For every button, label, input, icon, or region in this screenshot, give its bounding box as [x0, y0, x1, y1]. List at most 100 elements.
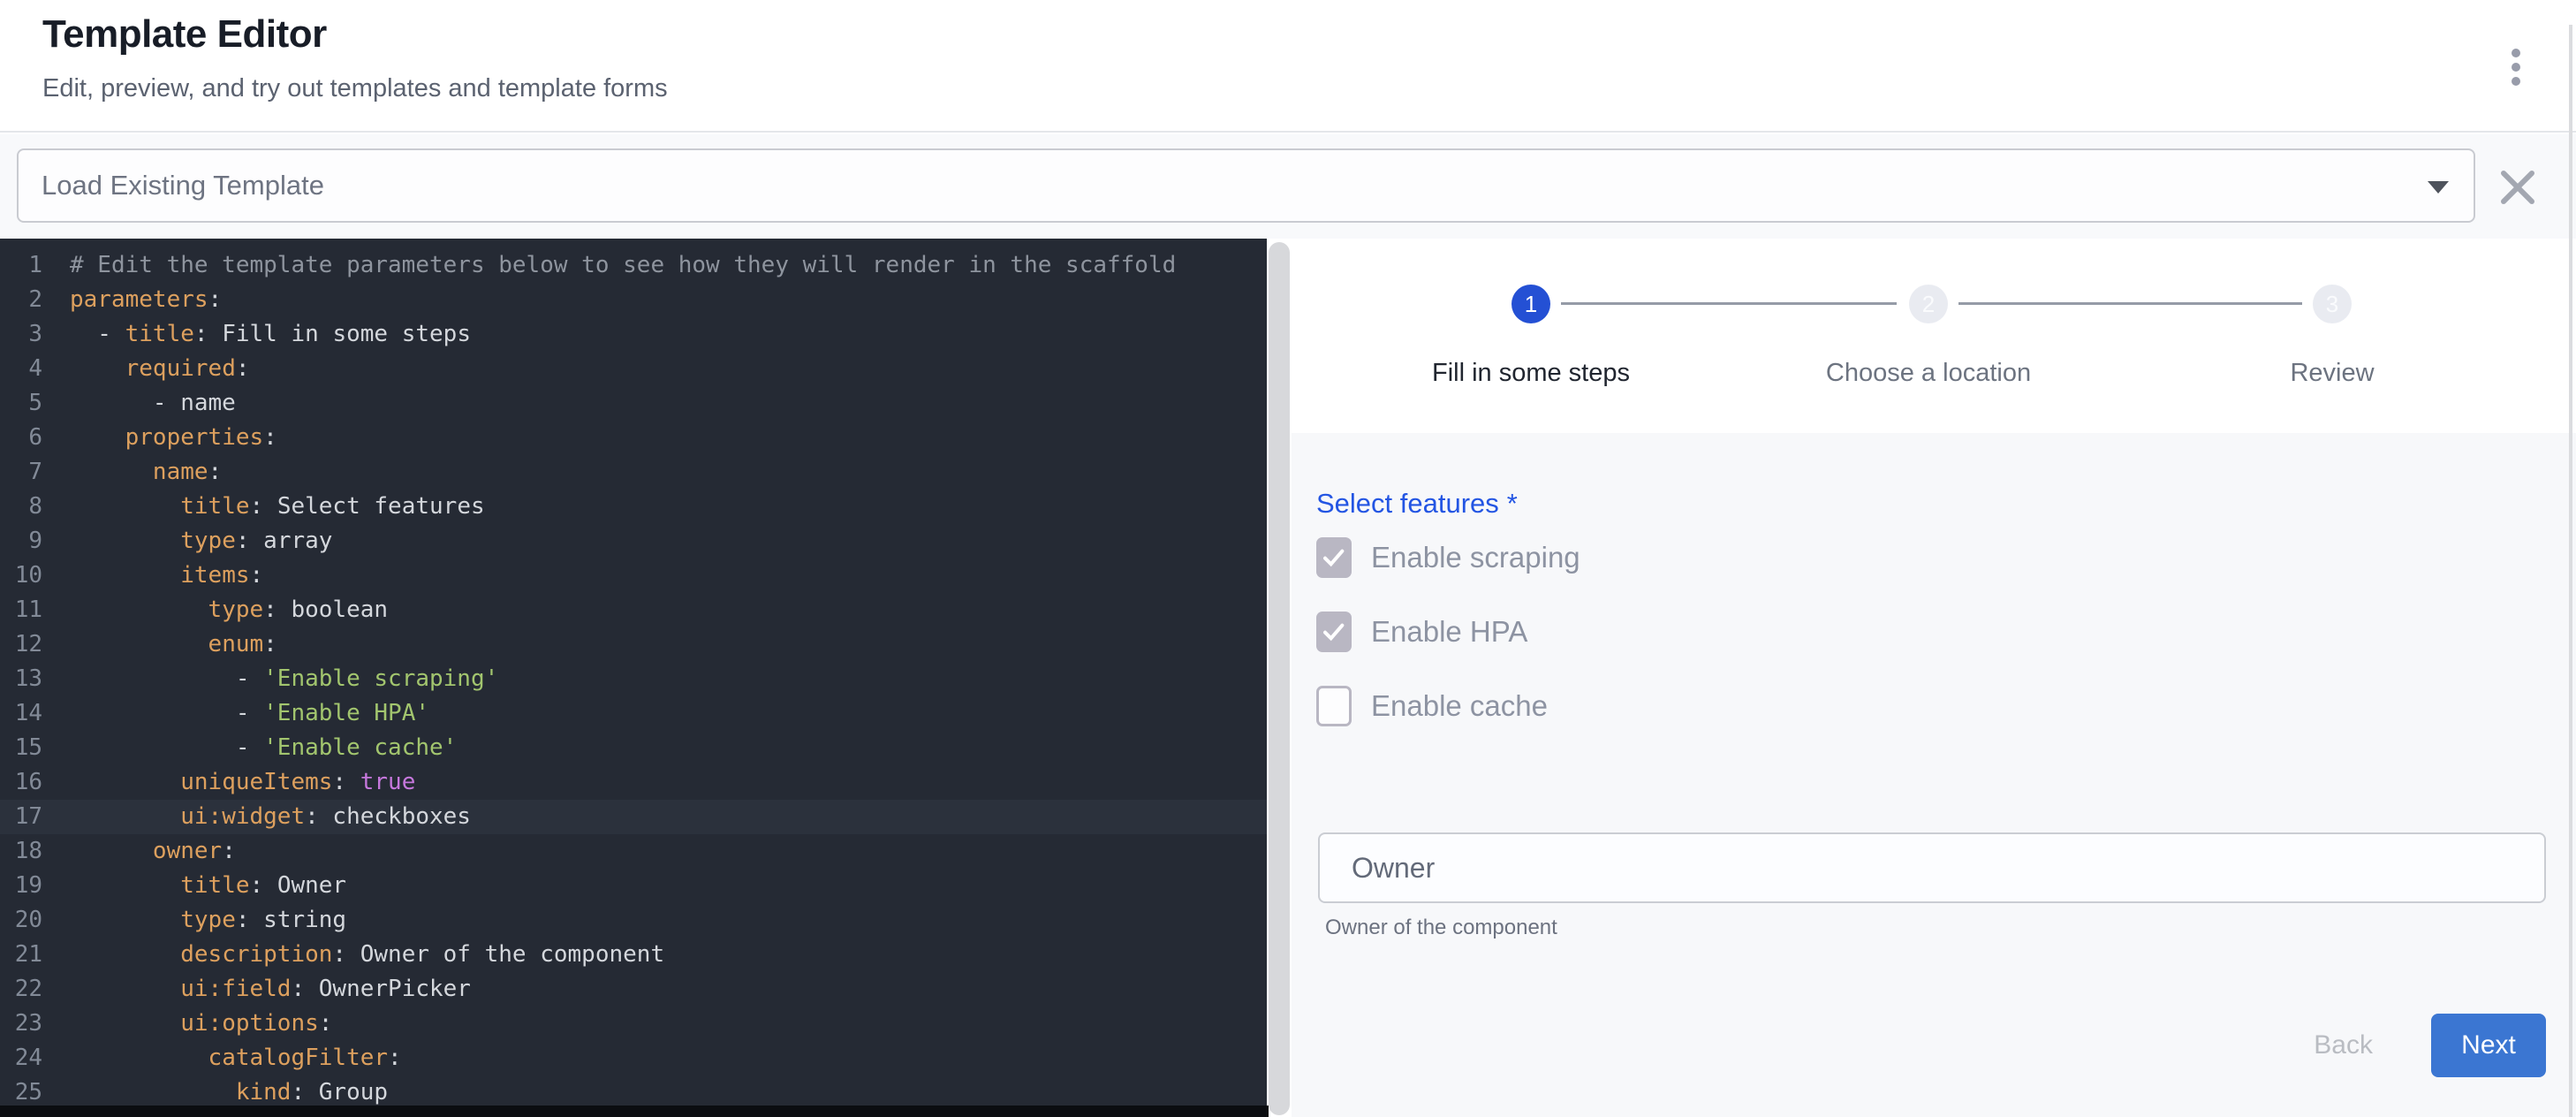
- step-circle: 3: [2313, 285, 2352, 323]
- required-asterisk: *: [1507, 488, 1518, 519]
- page-title: Template Editor: [42, 12, 327, 57]
- checkbox-row: Enable cache: [1316, 686, 1548, 726]
- form-preview-panel: 1Fill in some steps2Choose a location3Re…: [1292, 239, 2576, 1117]
- code-text: parameters:: [70, 286, 222, 313]
- checkbox-label: Enable scraping: [1371, 541, 1580, 574]
- step-circle: 2: [1909, 285, 1948, 323]
- editor-line: 18 owner:: [0, 834, 1267, 869]
- editor-line: 20 type: string: [0, 903, 1267, 938]
- code-text: title: Owner: [70, 872, 346, 899]
- editor-line: 15 - 'Enable cache': [0, 731, 1267, 765]
- select-features-label: Select features *: [1316, 488, 1518, 520]
- clear-template-button[interactable]: [2493, 163, 2542, 212]
- step-circle: 1: [1512, 285, 1550, 323]
- line-number: 21: [0, 938, 42, 972]
- line-number: 22: [0, 972, 42, 1007]
- editor-line: 8 title: Select features: [0, 490, 1267, 524]
- line-number: 1: [0, 248, 42, 283]
- page-scrollbar[interactable]: [2569, 25, 2572, 1117]
- line-number: 15: [0, 731, 42, 765]
- line-number: 9: [0, 524, 42, 558]
- editor-line: 24 catalogFilter:: [0, 1041, 1267, 1075]
- checkbox[interactable]: [1316, 612, 1352, 652]
- checkbox[interactable]: [1316, 537, 1352, 578]
- back-button[interactable]: Back: [2291, 1030, 2396, 1060]
- line-number: 18: [0, 834, 42, 869]
- line-number: 6: [0, 421, 42, 455]
- checkbox-row: Enable HPA: [1316, 612, 1527, 652]
- code-text: - 'Enable cache': [70, 734, 457, 761]
- code-text: owner:: [70, 838, 236, 864]
- editor-line: 13 - 'Enable scraping': [0, 662, 1267, 696]
- editor-horizontal-scrollbar[interactable]: [0, 1106, 1269, 1117]
- step-label: Fill in some steps: [1354, 359, 1708, 388]
- editor-line: 9 type: array: [0, 524, 1267, 558]
- code-text: ui:options:: [70, 1010, 332, 1037]
- line-number: 3: [0, 317, 42, 352]
- editor-line: 19 title: Owner: [0, 869, 1267, 903]
- checkmark-icon: [1320, 543, 1348, 572]
- close-icon: [2493, 163, 2542, 212]
- line-number: 2: [0, 283, 42, 317]
- line-number: 8: [0, 490, 42, 524]
- editor-line: 14 - 'Enable HPA': [0, 696, 1267, 731]
- line-number: 5: [0, 386, 42, 421]
- editor-line: 21 description: Owner of the component: [0, 938, 1267, 972]
- editor-line: 10 items:: [0, 558, 1267, 593]
- step-connector: [1561, 302, 1897, 305]
- editor-line: 12 enum:: [0, 627, 1267, 662]
- code-text: items:: [70, 562, 263, 589]
- step-connector: [1959, 302, 2302, 305]
- caret-down-icon: [2428, 181, 2449, 194]
- checkbox-row: Enable scraping: [1316, 537, 1580, 578]
- checkbox[interactable]: [1316, 686, 1352, 726]
- editor-scrollbar[interactable]: [1269, 242, 1290, 1115]
- more-options-button[interactable]: [2495, 39, 2537, 95]
- owner-input[interactable]: Owner: [1318, 832, 2546, 903]
- load-template-select[interactable]: Load Existing Template: [17, 148, 2475, 223]
- editor-line: 2 parameters:: [0, 283, 1267, 317]
- editor-line: 7 name:: [0, 455, 1267, 490]
- checkbox-label: Enable cache: [1371, 689, 1548, 723]
- code-text: properties:: [70, 424, 277, 451]
- page-subtitle: Edit, preview, and try out templates and…: [42, 74, 668, 103]
- line-number: 17: [0, 800, 42, 834]
- select-features-text: Select features: [1316, 488, 1499, 519]
- code-text: name:: [70, 459, 222, 485]
- code-editor[interactable]: 1# Edit the template parameters below to…: [0, 239, 1267, 1117]
- owner-helper-text: Owner of the component: [1325, 916, 1557, 940]
- kebab-icon: [2512, 49, 2520, 86]
- line-number: 7: [0, 455, 42, 490]
- form-actions: Back Next: [2291, 1014, 2546, 1077]
- code-text: enum:: [70, 631, 277, 657]
- stepper: 1Fill in some steps2Choose a location3Re…: [1292, 239, 2576, 433]
- next-button[interactable]: Next: [2431, 1014, 2546, 1077]
- editor-line: 5 - name: [0, 386, 1267, 421]
- template-loader-row: Load Existing Template: [0, 134, 2576, 239]
- editor-line: 1# Edit the template parameters below to…: [0, 248, 1267, 283]
- line-number: 14: [0, 696, 42, 731]
- code-text: kind: Group: [70, 1079, 388, 1106]
- editor-line: 3 - title: Fill in some steps: [0, 317, 1267, 352]
- code-text: - 'Enable scraping': [70, 665, 498, 692]
- code-text: uniqueItems: true: [70, 769, 415, 795]
- code-text: type: string: [70, 907, 346, 933]
- code-text: ui:widget: checkboxes: [70, 803, 471, 830]
- line-number: 4: [0, 352, 42, 386]
- code-text: catalogFilter:: [70, 1045, 402, 1071]
- owner-input-label: Owner: [1352, 834, 1435, 901]
- line-number: 11: [0, 593, 42, 627]
- editor-line: 16 uniqueItems: true: [0, 765, 1267, 800]
- step-label: Choose a location: [1752, 359, 2105, 388]
- code-text: description: Owner of the component: [70, 941, 664, 968]
- editor-line: 17 ui:widget: checkboxes: [0, 800, 1267, 834]
- editor-line: 4 required:: [0, 352, 1267, 386]
- line-number: 10: [0, 558, 42, 593]
- line-number: 20: [0, 903, 42, 938]
- code-text: - title: Fill in some steps: [70, 321, 471, 347]
- checkbox-label: Enable HPA: [1371, 615, 1527, 649]
- line-number: 23: [0, 1007, 42, 1041]
- template-editor-page: Template Editor Edit, preview, and try o…: [0, 0, 2576, 1117]
- editor-line: 11 type: boolean: [0, 593, 1267, 627]
- line-number: 16: [0, 765, 42, 800]
